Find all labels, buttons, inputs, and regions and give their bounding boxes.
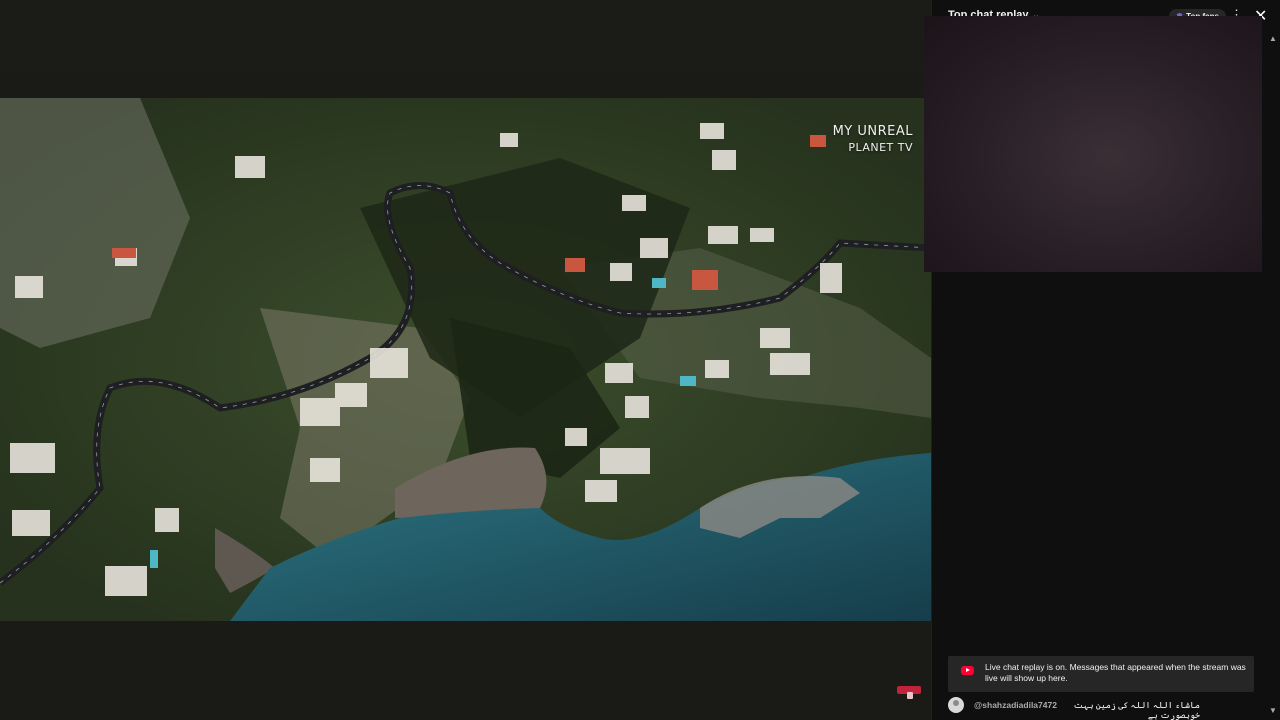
youtube-icon bbox=[961, 666, 974, 675]
watermark-line-2: PLANET TV bbox=[848, 141, 913, 154]
live-badge-icon[interactable] bbox=[897, 686, 921, 699]
video-player[interactable]: MY UNREAL PLANET TV bbox=[0, 0, 931, 720]
aerial-coastline-image bbox=[0, 98, 931, 621]
message-author[interactable]: @shahzadiadila7472 bbox=[974, 700, 1057, 710]
channel-watermark: MY UNREAL PLANET TV bbox=[833, 124, 913, 156]
avatar[interactable] bbox=[948, 697, 964, 713]
scroll-up-arrow-icon[interactable]: ▲ bbox=[1269, 34, 1277, 43]
video-frame[interactable]: MY UNREAL PLANET TV bbox=[0, 98, 931, 621]
webcam-overlay bbox=[924, 16, 1262, 272]
chat-message: @shahzadiadila7472 ماشاء اللہ اللہ کی زم… bbox=[948, 696, 1268, 720]
scroll-down-arrow-icon[interactable]: ▼ bbox=[1269, 706, 1277, 715]
notice-text: Live chat replay is on. Messages that ap… bbox=[985, 662, 1246, 683]
chat-replay-notice: Live chat replay is on. Messages that ap… bbox=[948, 656, 1254, 692]
message-text: ماشاء اللہ اللہ کی زمین بہت خوبصورت ہے bbox=[1073, 700, 1200, 720]
watermark-line-1: MY UNREAL bbox=[832, 124, 913, 139]
